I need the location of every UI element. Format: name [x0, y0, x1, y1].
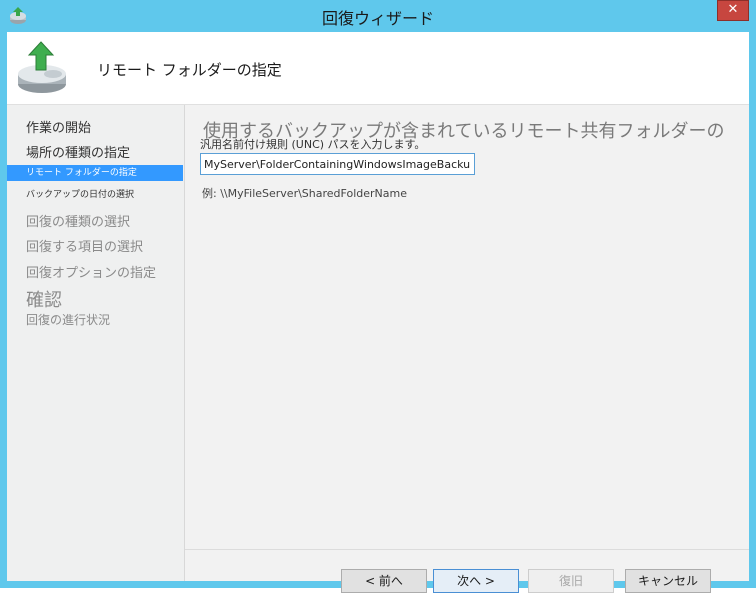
backup-restore-icon	[18, 41, 66, 93]
wizard-steps-panel: 作業の開始 場所の種類の指定 リモート フォルダーの指定 バックアップの日付の選…	[7, 105, 185, 581]
wizard-header: リモート フォルダーの指定	[7, 32, 749, 105]
content-instruction: 汎用名前付け規則 (UNC) パスを入力します。	[200, 138, 426, 151]
next-button[interactable]: 次へ >	[433, 569, 519, 593]
page-title: リモート フォルダーの指定	[97, 61, 282, 79]
title-bar: 回復ウィザード ✕	[0, 0, 756, 32]
close-button[interactable]: ✕	[717, 0, 749, 21]
nav-step-recovery-type: 回復の種類の選択	[26, 215, 131, 230]
nav-step-confirmation: 確認	[26, 290, 62, 311]
unc-example-text: 例: \\MyFileServer\SharedFolderName	[202, 187, 407, 200]
wizard-content: 使用するバックアップが含まれているリモート共有フォルダーの 汎用名前付け規則 (…	[185, 105, 749, 593]
footer-divider	[185, 549, 749, 550]
nav-step-recovery-options: 回復オプションの指定	[26, 266, 157, 281]
nav-step-location-type: 場所の種類の指定	[26, 146, 131, 161]
recover-button[interactable]: 復旧	[528, 569, 614, 593]
window-title: 回復ウィザード	[321, 9, 434, 28]
nav-step-getting-started: 作業の開始	[26, 121, 92, 136]
wizard-client-area: リモート フォルダーの指定 作業の開始 場所の種類の指定 リモート フォルダーの…	[7, 32, 749, 593]
nav-step-remote-folder: リモート フォルダーの指定	[7, 165, 183, 181]
cancel-button[interactable]: キャンセル	[625, 569, 711, 593]
unc-path-input[interactable]	[200, 153, 475, 175]
wizard-window: 回復ウィザード ✕ リモート フォルダーの指定 作業の開始 場所の種類の指定 リ…	[0, 0, 756, 593]
nav-step-backup-date: バックアップの日付の選択	[26, 190, 135, 200]
nav-step-recovery-progress: 回復の進行状況	[26, 313, 111, 327]
back-button[interactable]: < 前へ	[341, 569, 427, 593]
nav-step-items-to-recover: 回復する項目の選択	[26, 240, 144, 255]
